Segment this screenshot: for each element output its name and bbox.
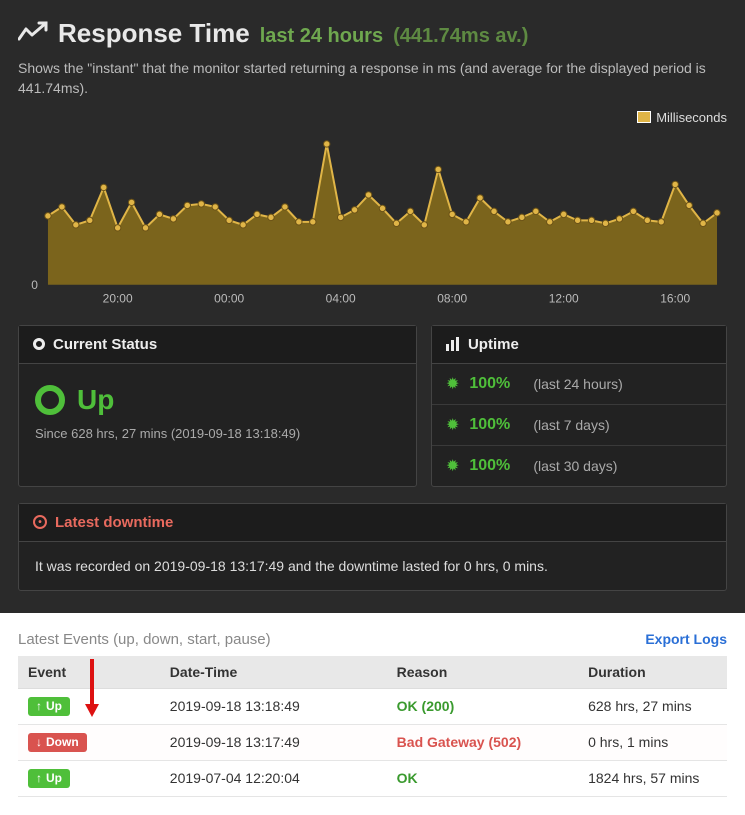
response-time-chart[interactable]: 0 20:00 00:00 04:00 08:00 12:00 16:00 xyxy=(18,129,727,309)
export-logs-link[interactable]: Export Logs xyxy=(645,631,727,647)
uptime-row: ✹ 100% (last 24 hours) xyxy=(432,364,726,404)
event-reason: OK xyxy=(387,760,578,796)
svg-text:16:00: 16:00 xyxy=(660,292,690,306)
uptime-pct: 100% xyxy=(469,375,523,393)
uptime-label: (last 30 days) xyxy=(533,458,617,474)
page-title: Response Time xyxy=(58,18,250,49)
current-status-card: Current Status Up Since 628 hrs, 27 mins… xyxy=(18,325,417,487)
svg-text:04:00: 04:00 xyxy=(326,292,356,306)
target-icon xyxy=(33,338,45,350)
uptime-row: ✹ 100% (last 30 days) xyxy=(432,445,726,486)
event-tag-down: ↓ Down xyxy=(28,733,87,752)
table-row: ↑ Up 2019-07-04 12:20:04OK1824 hrs, 57 mi… xyxy=(18,760,727,796)
legend-label: Milliseconds xyxy=(656,110,727,125)
uptime-pct: 100% xyxy=(469,416,523,434)
uptime-label: (last 7 days) xyxy=(533,417,609,433)
latest-downtime-header: • Latest downtime xyxy=(19,504,726,542)
arrow-icon: ↑ xyxy=(36,699,42,713)
arrow-icon: ↑ xyxy=(36,771,42,785)
table-header: Reason xyxy=(387,656,578,689)
status-since: Since 628 hrs, 27 mins (2019-09-18 13:18… xyxy=(35,426,400,441)
event-duration: 0 hrs, 1 mins xyxy=(578,724,727,760)
latest-events-subtitle: (up, down, start, pause) xyxy=(113,631,271,648)
svg-text:20:00: 20:00 xyxy=(103,292,133,306)
latest-downtime-card: • Latest downtime It was recorded on 201… xyxy=(18,503,727,591)
latest-events-panel: Latest Events (up, down, start, pause) E… xyxy=(0,613,745,815)
response-time-title-row: Response Time last 24 hours (441.74ms av… xyxy=(18,18,727,49)
chart-legend: Milliseconds xyxy=(18,110,727,125)
dashboard-dark-panel: Response Time last 24 hours (441.74ms av… xyxy=(0,0,745,613)
svg-text:12:00: 12:00 xyxy=(549,292,579,306)
event-tag-up: ↑ Up xyxy=(28,769,70,788)
description: Shows the "instant" that the monitor sta… xyxy=(18,59,727,98)
events-table: EventDate-TimeReasonDuration ↑ Up 2019-09… xyxy=(18,656,727,797)
certificate-icon: ✹ xyxy=(446,456,459,476)
table-header: Event xyxy=(18,656,160,689)
svg-text:08:00: 08:00 xyxy=(437,292,467,306)
event-duration: 628 hrs, 27 mins xyxy=(578,688,727,724)
page-avg: (441.74ms av.) xyxy=(393,25,528,48)
svg-text:0: 0 xyxy=(31,278,38,292)
event-duration: 1824 hrs, 57 mins xyxy=(578,760,727,796)
table-row: ↑ Up 2019-09-18 13:18:49OK (200)628 hrs, … xyxy=(18,688,727,724)
svg-text:00:00: 00:00 xyxy=(214,292,244,306)
table-row: ↓ Down 2019-09-18 13:17:49Bad Gateway (50… xyxy=(18,724,727,760)
status-indicator: Up xyxy=(35,384,400,416)
event-datetime: 2019-09-18 13:17:49 xyxy=(160,724,387,760)
event-reason: OK (200) xyxy=(387,688,578,724)
arrow-icon: ↓ xyxy=(36,735,42,749)
uptime-list: ✹ 100% (last 24 hours) ✹ 100% (last 7 days) ✹ 1… xyxy=(432,364,726,486)
trend-icon xyxy=(18,21,48,47)
table-header: Duration xyxy=(578,656,727,689)
uptime-row: ✹ 100% (last 7 days) xyxy=(432,404,726,445)
certificate-icon: ✹ xyxy=(446,374,459,394)
bar-chart-icon xyxy=(446,337,460,351)
event-tag-up: ↑ Up xyxy=(28,697,70,716)
uptime-label: (last 24 hours) xyxy=(533,376,622,392)
alert-icon: • xyxy=(33,515,47,529)
latest-events-title: Latest Events (up, down, start, pause) xyxy=(18,631,271,648)
event-datetime: 2019-07-04 12:20:04 xyxy=(160,760,387,796)
status-ring-icon xyxy=(35,385,65,415)
legend-swatch xyxy=(637,111,651,123)
current-status-header: Current Status xyxy=(19,326,416,364)
event-reason: Bad Gateway (502) xyxy=(387,724,578,760)
event-datetime: 2019-09-18 13:18:49 xyxy=(160,688,387,724)
uptime-card: Uptime ✹ 100% (last 24 hours) ✹ 100% (last 7 … xyxy=(431,325,727,487)
table-header: Date-Time xyxy=(160,656,387,689)
page-subtitle: last 24 hours xyxy=(260,25,383,48)
certificate-icon: ✹ xyxy=(446,415,459,435)
uptime-header: Uptime xyxy=(432,326,726,364)
status-text: Up xyxy=(77,384,114,416)
latest-downtime-body: It was recorded on 2019-09-18 13:17:49 a… xyxy=(19,542,726,590)
uptime-pct: 100% xyxy=(469,457,523,475)
